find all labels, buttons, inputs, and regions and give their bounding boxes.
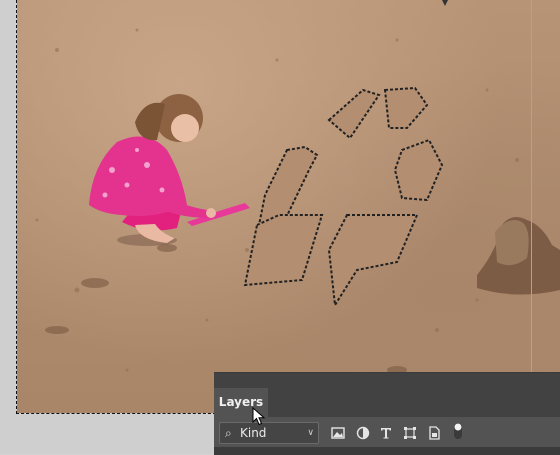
search-icon: ⌕	[225, 426, 232, 440]
shape-filter-icon[interactable]	[403, 426, 417, 440]
chevron-down-icon: ∨	[307, 428, 314, 438]
ruler-guide[interactable]	[531, 0, 532, 372]
smart-object-filter-icon[interactable]	[427, 426, 441, 440]
image-filter-icon[interactable]	[331, 426, 345, 440]
beach-photo	[17, 0, 560, 413]
mouse-pointer-icon	[252, 407, 266, 426]
adjustment-filter-icon[interactable]	[356, 426, 370, 440]
type-filter-icon[interactable]	[379, 426, 393, 440]
filter-toggle-icon[interactable]	[453, 422, 463, 440]
selection-marquee-edge	[16, 0, 17, 414]
photo-artwork	[35, 0, 560, 382]
filter-kind-select[interactable]: ⌕ Kind ∨	[219, 422, 319, 444]
selection-marquee-bottom	[16, 413, 216, 414]
